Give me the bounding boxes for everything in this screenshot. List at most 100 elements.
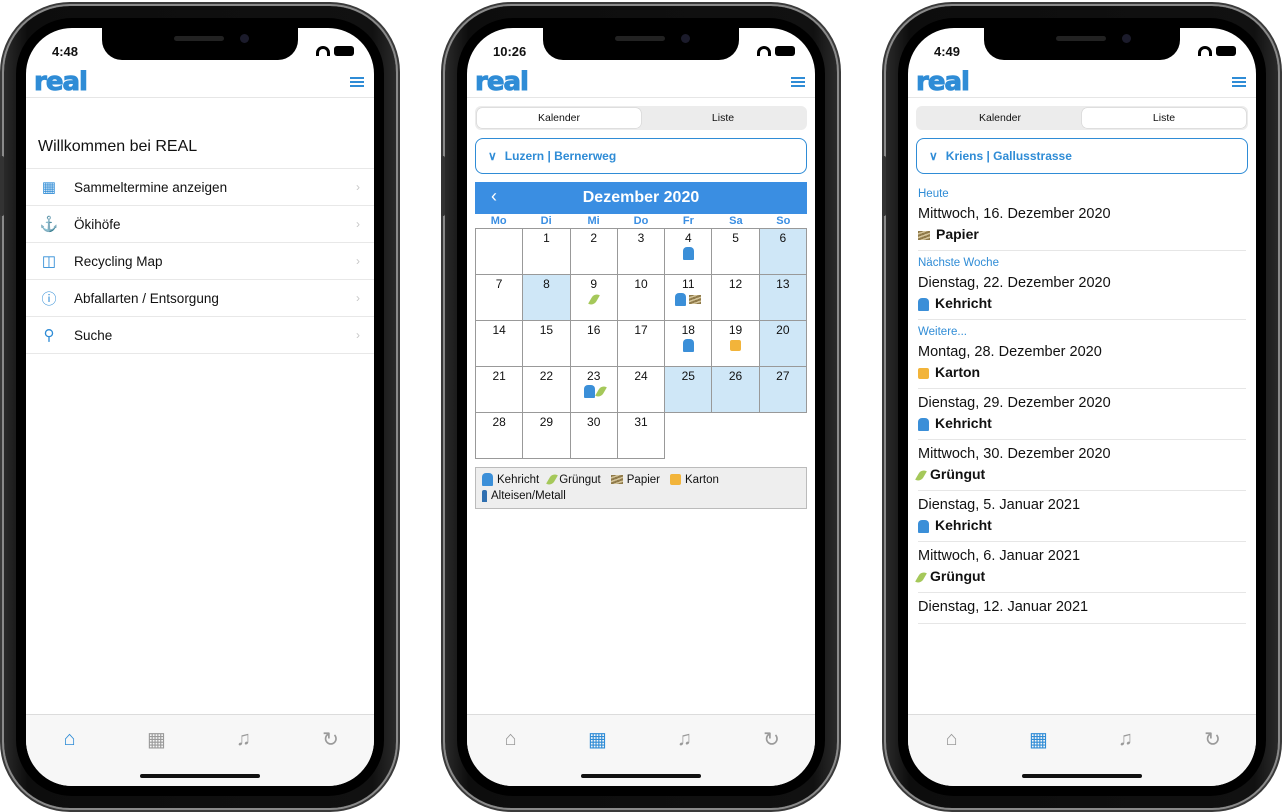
pickup-entry[interactable]: Mittwoch, 30. Dezember 2020 Grüngut bbox=[915, 440, 1246, 491]
calendar-day-cell[interactable]: 12 bbox=[712, 275, 760, 321]
calendar-day-cell[interactable]: 2 bbox=[570, 229, 618, 275]
pickup-entry[interactable]: Mittwoch, 6. Januar 2021 Grüngut bbox=[915, 542, 1246, 593]
calendar-day-cell[interactable]: 19 bbox=[712, 321, 760, 367]
gruengut-leaf-icon bbox=[594, 384, 607, 399]
segment-kalender[interactable]: Kalender bbox=[477, 108, 641, 128]
calendar-day-cell[interactable]: 23 bbox=[570, 367, 618, 413]
list-menu-icon[interactable] bbox=[1232, 77, 1246, 88]
info-icon: ⓘ bbox=[41, 290, 57, 308]
pickup-date: Dienstag, 5. Januar 2021 bbox=[918, 497, 1081, 513]
calendar-day-cell[interactable]: 22 bbox=[523, 367, 571, 413]
weekday-label: Fr bbox=[682, 215, 694, 227]
pickup-entry[interactable]: Dienstag, 5. Januar 2021 Kehricht bbox=[918, 491, 1246, 542]
calendar-day-cell[interactable]: 5 bbox=[712, 229, 760, 275]
karton-box-icon bbox=[918, 367, 929, 379]
weekday-label: So bbox=[776, 215, 791, 227]
tab-home-icon[interactable]: ⌂ bbox=[938, 727, 966, 751]
calendar-day-cell[interactable]: 7 bbox=[476, 275, 524, 321]
list-menu-icon[interactable] bbox=[791, 77, 805, 88]
calendar-day-cell[interactable]: 13 bbox=[759, 275, 807, 321]
pickup-date: Mittwoch, 16. Dezember 2020 bbox=[918, 206, 1111, 222]
calendar-day-cell[interactable]: 15 bbox=[523, 321, 571, 367]
calendar-day-cell[interactable]: 14 bbox=[476, 321, 524, 367]
kehricht-bin-icon bbox=[675, 293, 687, 307]
pickup-entry[interactable]: Montag, 28. Dezember 2020 Karton bbox=[918, 338, 1246, 389]
status-icons bbox=[316, 46, 354, 56]
papier-stack-icon bbox=[918, 230, 930, 240]
calendar-day-cell[interactable]: 9 bbox=[570, 275, 618, 321]
section-header: Heute bbox=[918, 188, 949, 200]
calendar-day-cell[interactable]: 30 bbox=[570, 413, 618, 459]
segment-liste[interactable]: Liste bbox=[641, 108, 805, 128]
home-screen: 4:48 real Willkommen bei REAL ▦ Sammelte… bbox=[26, 28, 374, 786]
calendar-day-cell[interactable]: 21 bbox=[476, 367, 524, 413]
list-menu-icon[interactable] bbox=[350, 77, 364, 88]
calendar-day-cell[interactable]: 8 bbox=[523, 275, 571, 321]
kehricht-bin-icon bbox=[583, 385, 595, 399]
tab-bell-icon[interactable]: ♫ bbox=[671, 727, 699, 751]
calendar-day-cell[interactable]: 20 bbox=[759, 321, 807, 367]
calendar-empty-cell bbox=[760, 413, 807, 459]
tab-refresh-icon[interactable]: ↻ bbox=[1199, 727, 1227, 751]
day-number: 26 bbox=[728, 369, 743, 383]
tab-bell-icon[interactable]: ♫ bbox=[1112, 727, 1140, 751]
calendar-day-cell[interactable]: 26 bbox=[712, 367, 760, 413]
location-selector[interactable]: ∨ Luzern | Bernerweg bbox=[475, 138, 807, 174]
tab-calendar-icon[interactable]: ▦ bbox=[143, 727, 171, 751]
location-label: Luzern | Bernerweg bbox=[504, 149, 617, 163]
menu-item-suche[interactable]: ⚲ Suche › bbox=[26, 317, 374, 354]
menu-item-abfallarten[interactable]: ⓘ Abfallarten / Entsorgung › bbox=[26, 280, 374, 317]
day-number: 21 bbox=[492, 369, 506, 383]
calendar-day-cell[interactable]: 25 bbox=[665, 367, 713, 413]
tab-bell-icon[interactable]: ♫ bbox=[230, 727, 258, 751]
tab-home-icon[interactable]: ⌂ bbox=[497, 727, 525, 751]
wifi-icon bbox=[316, 46, 330, 56]
calendar-day-cell[interactable]: 18 bbox=[665, 321, 713, 367]
pickup-kind-label: Karton bbox=[935, 364, 981, 380]
calendar-day-cell[interactable]: 4 bbox=[665, 229, 713, 275]
section-header: Weitere... bbox=[918, 326, 967, 338]
calendar-day-cell[interactable]: 27 bbox=[759, 367, 807, 413]
tab-calendar-icon[interactable]: ▦ bbox=[584, 727, 612, 751]
tab-refresh-icon[interactable]: ↻ bbox=[317, 727, 345, 751]
chevron-down-icon: ∨ bbox=[488, 149, 497, 163]
chevron-left-icon[interactable]: ‹ bbox=[491, 186, 497, 207]
chevron-right-icon: › bbox=[356, 328, 360, 342]
calendar-day-cell[interactable]: 17 bbox=[617, 321, 666, 367]
calendar-day-cell[interactable]: 10 bbox=[617, 275, 666, 321]
calendar-day-cell[interactable]: 31 bbox=[617, 413, 666, 459]
segment-kalender[interactable]: Kalender bbox=[918, 108, 1082, 128]
pickup-kind-label: Kehricht bbox=[935, 517, 992, 533]
calendar-day-cell[interactable]: 28 bbox=[476, 413, 524, 459]
tab-home-icon[interactable]: ⌂ bbox=[56, 727, 84, 751]
day-number: 14 bbox=[492, 323, 506, 337]
calendar-day-cell[interactable]: 1 bbox=[523, 229, 571, 275]
gruengut-leaf-icon bbox=[915, 570, 927, 585]
tab-calendar-icon[interactable]: ▦ bbox=[1025, 727, 1053, 751]
calendar-day-cell[interactable]: 11 bbox=[665, 275, 713, 321]
menu-item-oekihoefe[interactable]: ⚓ Ökihöfe › bbox=[26, 206, 374, 243]
calendar-day-cell[interactable]: 6 bbox=[759, 229, 807, 275]
wifi-icon bbox=[757, 46, 771, 56]
battery-icon bbox=[775, 46, 795, 56]
status-icons bbox=[757, 46, 795, 56]
pickup-entry[interactable]: Dienstag, 29. Dezember 2020 Kehricht bbox=[918, 389, 1246, 440]
menu-item-recycling-map[interactable]: ◫ Recycling Map › bbox=[26, 243, 374, 280]
pickup-kind: Grüngut bbox=[915, 566, 1246, 586]
view-segmented-control: Kalender Liste bbox=[916, 106, 1248, 130]
pickup-entry[interactable]: Dienstag, 12. Januar 2021 bbox=[918, 593, 1246, 624]
calendar-day-cell[interactable]: 29 bbox=[523, 413, 571, 459]
segment-liste[interactable]: Liste bbox=[1082, 108, 1246, 128]
day-number: 10 bbox=[634, 277, 648, 291]
view-segmented-control: Kalender Liste bbox=[475, 106, 807, 130]
pickup-entry[interactable]: Dienstag, 22. Dezember 2020 Kehricht bbox=[918, 269, 1246, 320]
kehricht-bin-icon bbox=[918, 297, 929, 311]
calendar-day-cell[interactable]: 3 bbox=[617, 229, 666, 275]
calendar-day-cell[interactable]: 16 bbox=[570, 321, 618, 367]
location-selector[interactable]: ∨ Kriens | Gallusstrasse bbox=[916, 138, 1248, 174]
menu-item-sammeltermine[interactable]: ▦ Sammeltermine anzeigen › bbox=[26, 169, 374, 206]
pickup-entry[interactable]: Mittwoch, 16. Dezember 2020 Papier bbox=[918, 200, 1246, 251]
calendar-day-cell[interactable]: 24 bbox=[617, 367, 666, 413]
tab-refresh-icon[interactable]: ↻ bbox=[758, 727, 786, 751]
weekday-label: Mo bbox=[490, 215, 507, 227]
